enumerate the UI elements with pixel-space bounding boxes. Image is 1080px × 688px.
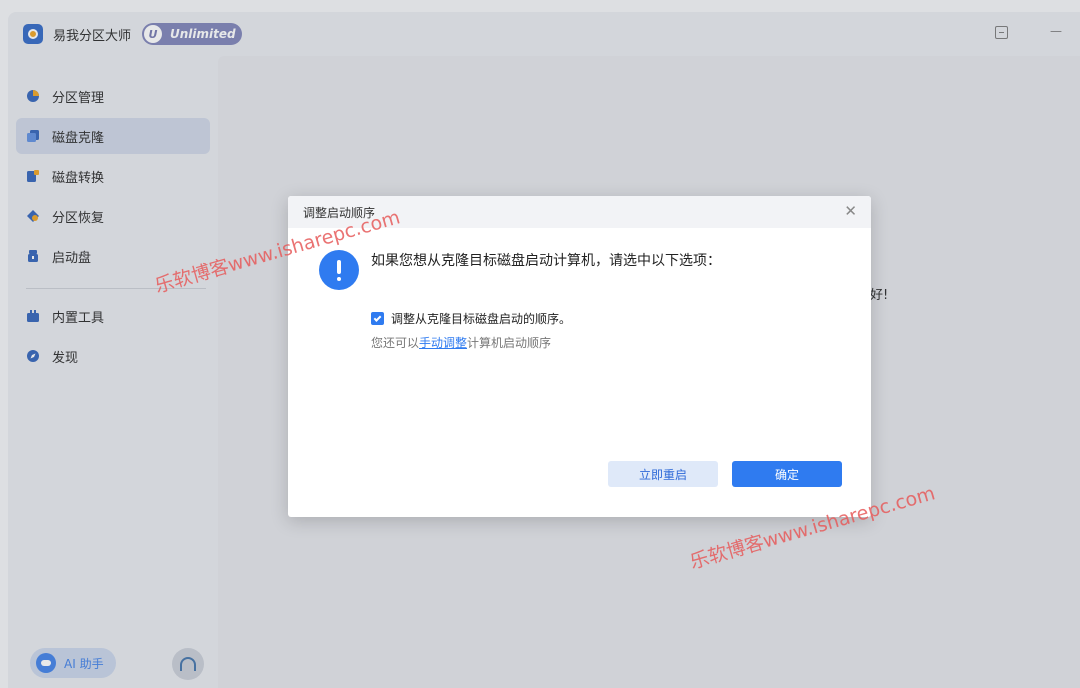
adjust-boot-order-checkbox[interactable]: 调整从克隆目标磁盘启动的顺序。 — [371, 310, 571, 327]
hint-prefix: 您还可以 — [371, 336, 420, 350]
close-icon[interactable]: ✕ — [844, 203, 857, 219]
hint-suffix: 计算机启动顺序 — [467, 336, 552, 350]
boot-order-dialog: 调整启动顺序 ✕ 如果您想从克隆目标磁盘启动计算机，请选中以下选项： 调整从克隆… — [288, 196, 871, 517]
ok-button[interactable]: 确定 — [732, 461, 842, 487]
manual-adjust-link[interactable]: 手动调整 — [419, 336, 467, 350]
exclamation-icon — [319, 250, 359, 290]
manual-adjust-hint: 您还可以手动调整计算机启动顺序 — [371, 334, 551, 351]
checkbox-label: 调整从克隆目标磁盘启动的顺序。 — [391, 312, 572, 326]
restart-now-button[interactable]: 立即重启 — [608, 461, 718, 487]
checkbox-checked-icon[interactable] — [371, 312, 384, 325]
dialog-question: 如果您想从克隆目标磁盘启动计算机，请选中以下选项： — [371, 253, 721, 269]
